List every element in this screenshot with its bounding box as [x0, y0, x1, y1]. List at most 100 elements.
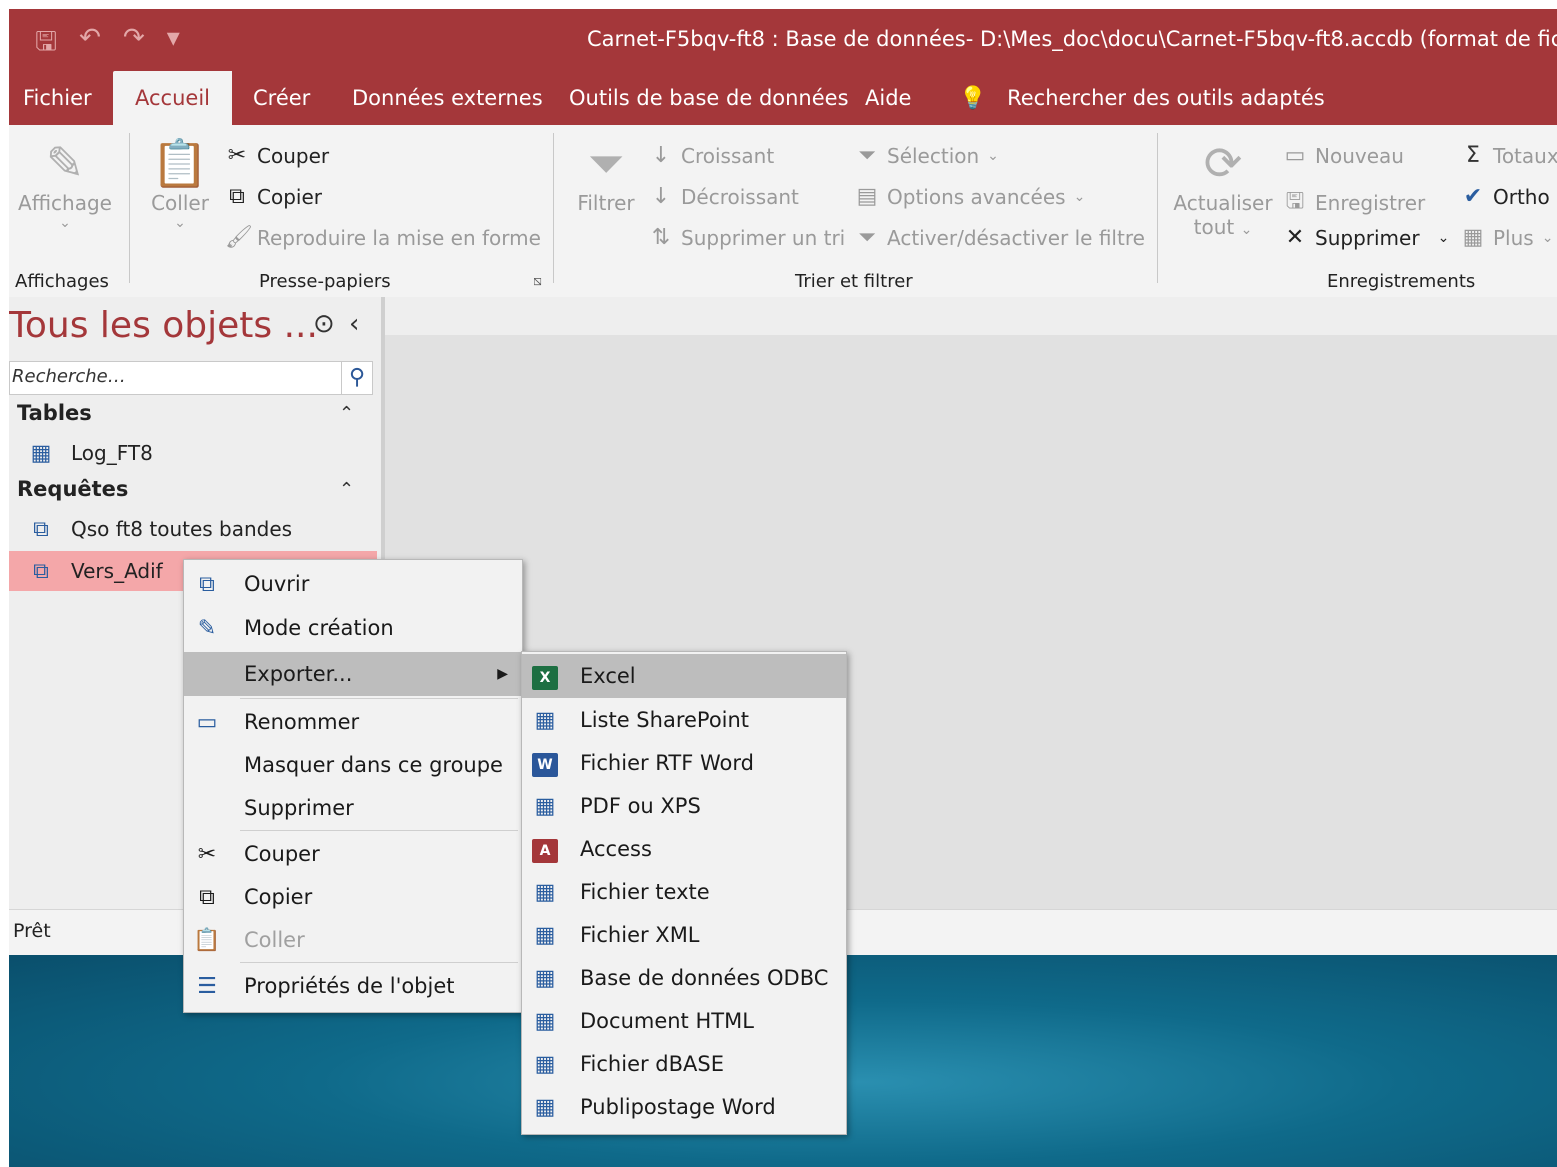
menu-separator — [240, 698, 518, 699]
spelling-button[interactable]: ✔ Ortho — [1461, 184, 1550, 209]
status-text: Prêt — [13, 920, 51, 942]
query-icon: ⧉ — [33, 558, 49, 584]
chevron-up-icon[interactable]: ⌃ — [339, 479, 354, 500]
new-record-button[interactable]: ▭ Nouveau — [1283, 143, 1404, 168]
dbase-file-icon: ▦ — [534, 1051, 556, 1077]
selection-label: Sélection — [887, 143, 980, 168]
export-pdf-xps[interactable]: ▦ PDF ou XPS — [522, 784, 846, 828]
sort-desc-icon: ↓ — [651, 184, 671, 209]
nav-item-log-ft8[interactable]: ▦ Log_FT8 — [9, 433, 377, 473]
copy-icon: ⧉ — [199, 884, 215, 910]
tab-outils-bdd[interactable]: Outils de base de données — [569, 71, 849, 125]
sharepoint-list-icon: ▦ — [534, 707, 556, 733]
export-xml[interactable]: ▦ Fichier XML — [522, 913, 846, 957]
sigma-icon: Σ — [1466, 143, 1480, 168]
refresh-icon: ⟳ — [1203, 136, 1243, 190]
toggle-filter-button[interactable]: ⏷ Activer/désactiver le filtre — [855, 225, 1145, 250]
nav-item-label: Log_FT8 — [71, 441, 153, 465]
quick-access-toolbar: 🖫 ↶ ↷ ▾ — [35, 23, 180, 67]
selection-button[interactable]: ⏷ Sélection ⌄ — [855, 143, 999, 168]
tab-accueil[interactable]: Accueil — [113, 71, 232, 125]
copy-button[interactable]: ⧉ Copier — [225, 184, 322, 209]
menu-item-mode-creation[interactable]: ✎ Mode création — [184, 606, 522, 650]
dialog-launcher-icon[interactable]: ⧅ — [533, 273, 542, 289]
export-excel[interactable]: X Excel — [522, 654, 846, 698]
save-record-button[interactable]: 🖫 Enregistrer — [1283, 184, 1426, 222]
menu-label: Supprimer — [244, 796, 354, 820]
sort-desc-button[interactable]: ↓ Décroissant — [649, 184, 799, 209]
menu-label: Mode création — [244, 616, 394, 640]
copy-icon: ⧉ — [229, 184, 245, 209]
more-button[interactable]: ▦ Plus ⌄ — [1461, 225, 1554, 250]
collapse-pane-icon[interactable]: ‹ — [349, 309, 359, 339]
export-dbase[interactable]: ▦ Fichier dBASE — [522, 1042, 846, 1086]
search-placeholder: Recherche… — [12, 366, 126, 387]
window-title: Carnet-F5bqv-ft8 : Base de données- D:\M… — [587, 27, 1557, 51]
delete-record-label: Supprimer — [1315, 225, 1420, 250]
menu-item-coller[interactable]: 📋 Coller — [184, 918, 522, 962]
save-icon: 🖫 — [1285, 189, 1305, 214]
refresh-all-button[interactable]: ⟳ Actualiser tout ⌄ — [1171, 135, 1275, 239]
export-access[interactable]: A Access — [522, 827, 846, 871]
cut-button[interactable]: ✂ Couper — [225, 143, 329, 168]
nav-menu-icon[interactable]: ⊙ — [313, 309, 335, 339]
undo-icon[interactable]: ↶ — [79, 23, 101, 67]
group-tables[interactable]: Tables — [17, 401, 92, 425]
menu-item-copier[interactable]: ⧉ Copier — [184, 875, 522, 919]
menu-item-supprimer[interactable]: Supprimer — [184, 786, 522, 830]
sort-asc-icon: ↓ — [651, 143, 671, 168]
tab-creer[interactable]: Créer — [253, 71, 310, 125]
redo-icon[interactable]: ↷ — [123, 23, 145, 67]
nav-item-qso-ft8[interactable]: ⧉ Qso ft8 toutes bandes — [9, 509, 377, 549]
menu-label: PDF ou XPS — [580, 794, 701, 818]
export-html[interactable]: ▦ Document HTML — [522, 999, 846, 1043]
export-sharepoint[interactable]: ▦ Liste SharePoint — [522, 698, 846, 742]
tab-aide[interactable]: Aide — [865, 71, 911, 125]
save-icon[interactable]: 🖫 — [35, 23, 57, 67]
menu-label: Masquer dans ce groupe — [244, 753, 503, 777]
sort-asc-label: Croissant — [681, 143, 775, 168]
menu-item-proprietes[interactable]: ☰ Propriétés de l'objet — [184, 964, 522, 1008]
format-painter-button[interactable]: 🖌 Reproduire la mise en forme — [225, 225, 541, 250]
export-odbc[interactable]: ▦ Base de données ODBC — [522, 956, 846, 1000]
odbc-database-icon: ▦ — [534, 965, 556, 991]
nav-pane-title[interactable]: Tous les objets ... — [9, 305, 318, 346]
lightbulb-icon: 💡 — [959, 86, 987, 111]
totals-label: Totaux — [1493, 143, 1557, 168]
menu-item-couper[interactable]: ✂ Couper — [184, 832, 522, 876]
paste-button[interactable]: 📋 Coller ⌄ — [145, 135, 215, 231]
export-mail-merge[interactable]: ▦ Publipostage Word — [522, 1085, 846, 1129]
menu-label: Ouvrir — [244, 572, 310, 596]
menu-item-exporter[interactable]: Exporter... ▶ — [184, 652, 522, 696]
design-view-icon: ✎ — [197, 615, 217, 641]
menu-label: Renommer — [244, 710, 360, 734]
remove-sort-button[interactable]: ⇅ Supprimer un tri — [649, 225, 845, 250]
tell-me-search[interactable]: 💡 Rechercher des outils adaptés — [959, 71, 1325, 125]
group-requetes[interactable]: Requêtes — [17, 477, 128, 501]
totals-button[interactable]: Σ Totaux — [1461, 143, 1557, 168]
menu-item-renommer[interactable]: ▭ Renommer — [184, 700, 522, 744]
document-tabs-area — [385, 297, 1557, 335]
nav-search-input[interactable]: Recherche… ⚲ — [9, 361, 373, 395]
customize-qat-icon[interactable]: ▾ — [167, 23, 180, 67]
search-icon[interactable]: ⚲ — [341, 362, 372, 394]
advanced-options-button[interactable]: ▤ Options avancées ⌄ — [855, 184, 1086, 209]
sort-asc-button[interactable]: ↓ Croissant — [649, 143, 774, 168]
text-file-icon: ▦ — [534, 879, 556, 905]
group-label-trier-filtrer: Trier et filtrer — [795, 271, 913, 292]
tab-donnees-externes[interactable]: Données externes — [352, 71, 543, 125]
menu-item-ouvrir[interactable]: ⧉ Ouvrir — [184, 562, 522, 606]
chevron-down-icon: ⌄ — [1541, 229, 1554, 246]
new-record-label: Nouveau — [1315, 143, 1404, 168]
divider — [1157, 133, 1158, 283]
remove-sort-label: Supprimer un tri — [681, 225, 846, 250]
delete-record-button[interactable]: ✕ Supprimer ⌄ — [1283, 225, 1450, 250]
tab-fichier[interactable]: Fichier — [23, 71, 92, 125]
filter-label: Filtrer — [577, 191, 635, 215]
export-rtf-word[interactable]: W Fichier RTF Word — [522, 741, 846, 785]
chevron-up-icon[interactable]: ⌃ — [339, 403, 354, 424]
export-text-file[interactable]: ▦ Fichier texte — [522, 870, 846, 914]
filter-button[interactable]: ⏷ Filtrer — [571, 135, 641, 215]
menu-item-masquer[interactable]: Masquer dans ce groupe — [184, 743, 522, 787]
affichage-button[interactable]: ✎ Affichage ⌄ — [15, 135, 115, 231]
